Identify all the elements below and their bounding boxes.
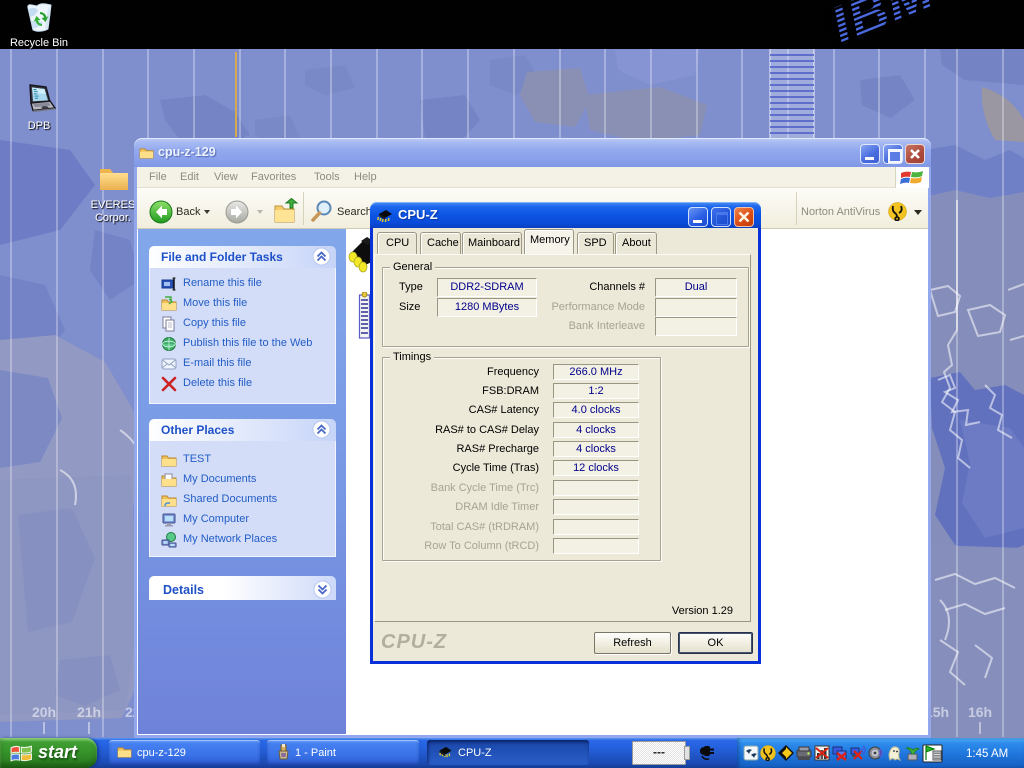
svg-text:20h: 20h [32, 704, 56, 720]
svg-text:16h: 16h [968, 704, 992, 720]
svg-text:21h: 21h [77, 704, 101, 720]
